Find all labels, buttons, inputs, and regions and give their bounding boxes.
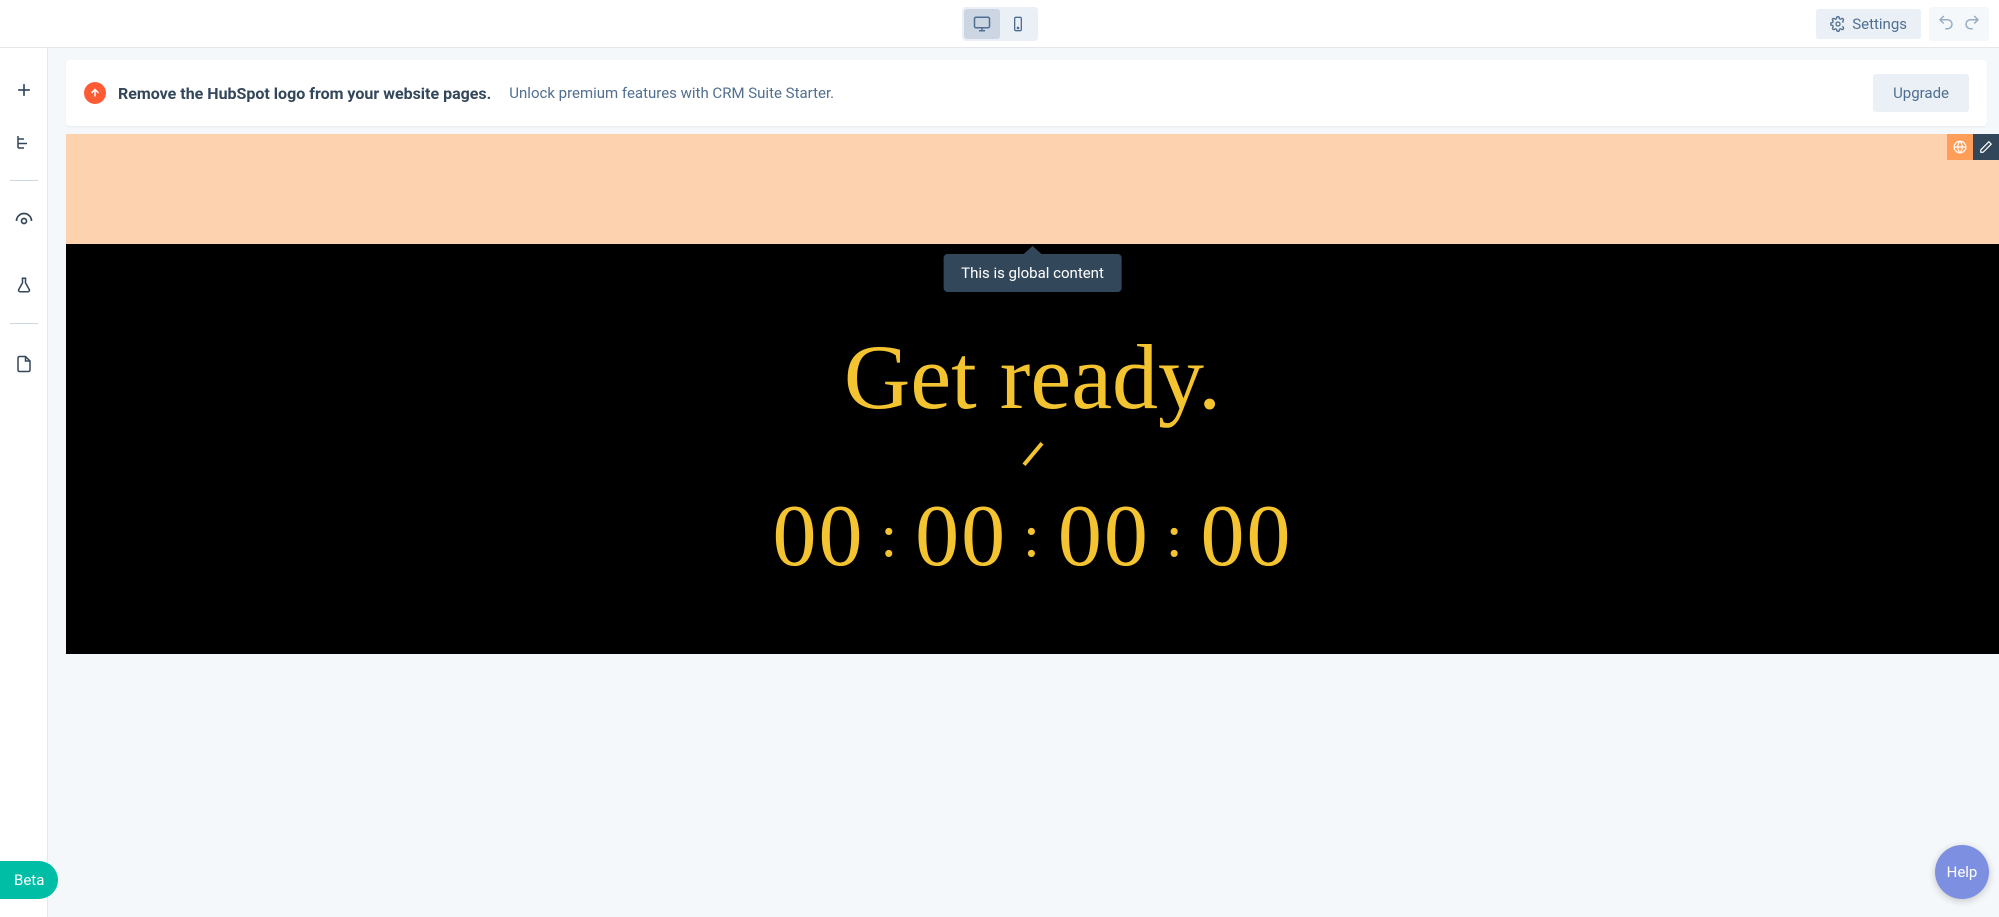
add-module-button[interactable] bbox=[0, 66, 48, 114]
undo-redo-group bbox=[1929, 7, 1989, 41]
globe-icon bbox=[1953, 140, 1967, 154]
upgrade-button[interactable]: Upgrade bbox=[1873, 74, 1969, 112]
desktop-view-button[interactable] bbox=[964, 9, 1000, 39]
beta-badge[interactable]: Beta bbox=[0, 861, 58, 899]
flask-icon bbox=[15, 276, 33, 294]
tooltip-text: This is global content bbox=[961, 264, 1104, 282]
banner-strong-text: Remove the HubSpot logo from your websit… bbox=[118, 84, 491, 103]
mobile-view-button[interactable] bbox=[1000, 9, 1036, 39]
plus-icon bbox=[14, 80, 34, 100]
settings-button[interactable]: Settings bbox=[1816, 9, 1921, 39]
mobile-icon bbox=[1010, 16, 1026, 32]
contents-tree-button[interactable] bbox=[0, 118, 48, 166]
countdown-days: 00 bbox=[772, 486, 864, 587]
upgrade-arrow-icon bbox=[84, 82, 106, 104]
countdown-sep: : bbox=[876, 502, 903, 571]
countdown-sep: : bbox=[1019, 502, 1046, 571]
countdown-seconds: 00 bbox=[1201, 486, 1293, 587]
countdown-sep: : bbox=[1162, 502, 1189, 571]
rail-divider bbox=[10, 180, 38, 181]
countdown-minutes: 00 bbox=[1058, 486, 1150, 587]
hero-title: Get ready. bbox=[844, 324, 1221, 430]
global-content-tooltip: This is global content bbox=[943, 254, 1122, 292]
tree-icon bbox=[15, 133, 33, 151]
help-button[interactable]: Help bbox=[1935, 845, 1989, 899]
test-button[interactable] bbox=[0, 261, 48, 309]
redo-button[interactable] bbox=[1961, 11, 1983, 37]
undo-icon bbox=[1937, 13, 1955, 31]
settings-label: Settings bbox=[1852, 15, 1907, 33]
hero-divider bbox=[1022, 442, 1043, 466]
device-toggle bbox=[962, 7, 1038, 41]
left-rail bbox=[0, 48, 48, 917]
global-header-module[interactable] bbox=[66, 134, 1999, 244]
desktop-icon bbox=[973, 15, 991, 33]
hero-section[interactable]: Get ready. 00 : 00 : 00 : 00 bbox=[66, 244, 1999, 654]
countdown: 00 : 00 : 00 : 00 bbox=[772, 486, 1292, 587]
rail-divider-2 bbox=[10, 323, 38, 324]
file-button[interactable] bbox=[0, 340, 48, 388]
pencil-icon bbox=[1979, 140, 1993, 154]
banner-sub-text: Unlock premium features with CRM Suite S… bbox=[509, 84, 834, 102]
top-toolbar: Settings bbox=[0, 0, 1999, 48]
upgrade-banner: Remove the HubSpot logo from your websit… bbox=[66, 60, 1987, 126]
canvas-area: Remove the HubSpot logo from your websit… bbox=[48, 48, 1999, 917]
redo-icon bbox=[1963, 13, 1981, 31]
optimize-button[interactable] bbox=[0, 197, 48, 245]
gauge-icon bbox=[14, 211, 34, 231]
edit-module-button[interactable] bbox=[1973, 134, 1999, 160]
global-content-indicator[interactable] bbox=[1947, 134, 1973, 160]
countdown-hours: 00 bbox=[915, 486, 1007, 587]
file-icon bbox=[15, 355, 33, 373]
undo-button[interactable] bbox=[1935, 11, 1957, 37]
gear-icon bbox=[1830, 16, 1846, 32]
page-preview: This is global content Get ready. 00 : 0… bbox=[66, 134, 1999, 654]
